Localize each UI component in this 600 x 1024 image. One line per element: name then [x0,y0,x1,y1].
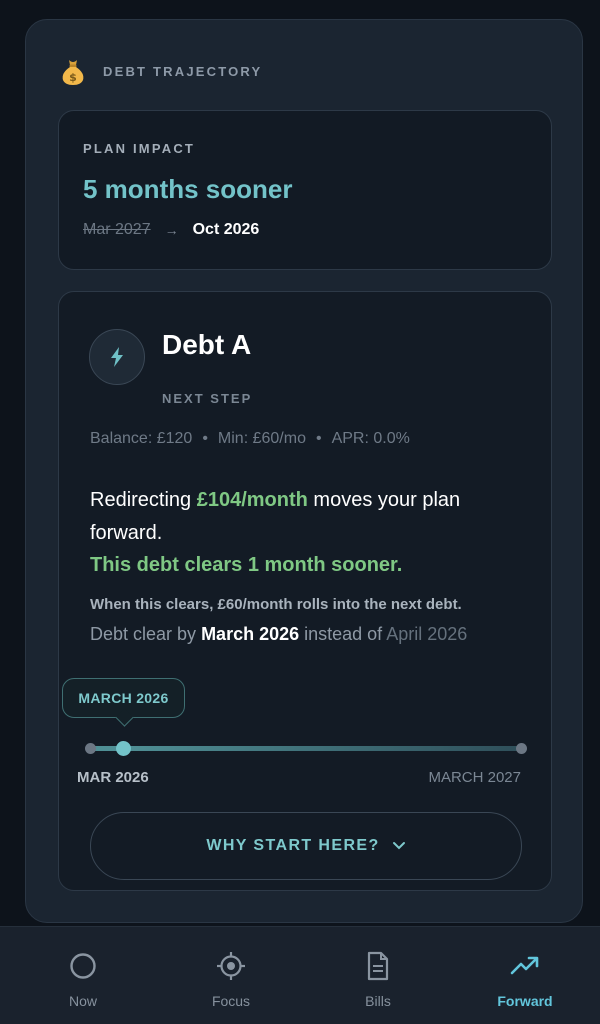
next-step-tag: NEXT STEP [162,391,253,406]
timeline-start-label: MAR 2026 [77,769,149,786]
debt-stats: Balance: £120 • Min: £60/mo • APR: 0.0% [90,430,410,448]
clear-by-prefix: Debt clear by [90,624,202,644]
card-header: $ DEBT TRAJECTORY [58,56,262,86]
debt-name: Debt A [162,329,252,360]
old-payoff-date: Mar 2027 [83,221,151,238]
trending-up-icon [510,949,540,983]
clears-sooner-text: This debt clears 1 month sooner. [90,554,403,576]
debt-detail-card: Debt A NEXT STEP Balance: £120 • Min: £6… [58,291,552,891]
min-payment-stat: Min: £60/mo [217,430,306,447]
chevron-down-icon [392,841,406,851]
plan-impact-label: PLAN IMPACT [83,141,196,156]
tab-now-label: Now [68,993,97,1009]
clear-by-text: Debt clear by March 2026 instead of Apri… [90,624,467,645]
slider-tooltip: MARCH 2026 [62,678,185,718]
apr-stat: APR: 0.0% [331,430,410,447]
tab-focus[interactable]: Focus [156,927,306,1024]
why-start-here-label: WHY START HERE? [206,837,380,854]
money-bag-icon: $ [58,56,88,86]
debt-trajectory-card: $ DEBT TRAJECTORY PLAN IMPACT 5 months s… [25,19,583,923]
circle-icon [69,949,97,983]
tab-forward[interactable]: Forward [450,927,600,1024]
tab-forward-label: Forward [497,993,553,1009]
svg-text:$: $ [69,71,77,84]
separator-dot: • [315,430,322,447]
tab-bills[interactable]: Bills [303,927,453,1024]
clear-by-middle: instead of [299,624,387,644]
new-payoff-date: Oct 2026 [192,221,260,238]
timeline-start-dot [85,743,96,754]
clear-by-date: March 2026 [201,624,300,644]
timeline-track[interactable] [90,746,520,751]
timeline-end-dot [516,743,527,754]
lightning-bolt-icon [89,329,145,385]
timeline-track-fill [123,746,520,751]
plan-impact-value: 5 months sooner [83,174,293,204]
target-icon [216,949,246,983]
redirect-amount: £104/month [196,489,308,511]
timeline-slider-handle[interactable] [116,741,131,756]
section-title: DEBT TRAJECTORY [103,63,263,79]
separator-dot: • [202,430,208,447]
redirect-prefix: Redirecting [90,489,197,511]
plan-impact-dates: Mar 2027 → Oct 2026 [83,221,259,239]
balance-stat: Balance: £120 [90,430,193,447]
document-icon [366,949,390,983]
tab-focus-label: Focus [211,993,251,1009]
timeline-end-label: MARCH 2027 [428,769,521,786]
rollover-text: When this clears, £60/month rolls into t… [90,596,462,613]
why-start-here-button[interactable]: WHY START HERE? [90,812,522,880]
tab-now[interactable]: Now [8,927,158,1024]
clear-by-old-date: April 2026 [386,624,468,644]
bottom-tab-bar: Now Focus Bills Forward [0,926,600,1024]
tab-bills-label: Bills [365,993,391,1009]
plan-impact-card: PLAN IMPACT 5 months sooner Mar 2027 → O… [58,110,552,270]
arrow-right-icon: → [164,222,179,238]
redirect-message: Redirecting £104/month moves your plan f… [90,484,520,550]
